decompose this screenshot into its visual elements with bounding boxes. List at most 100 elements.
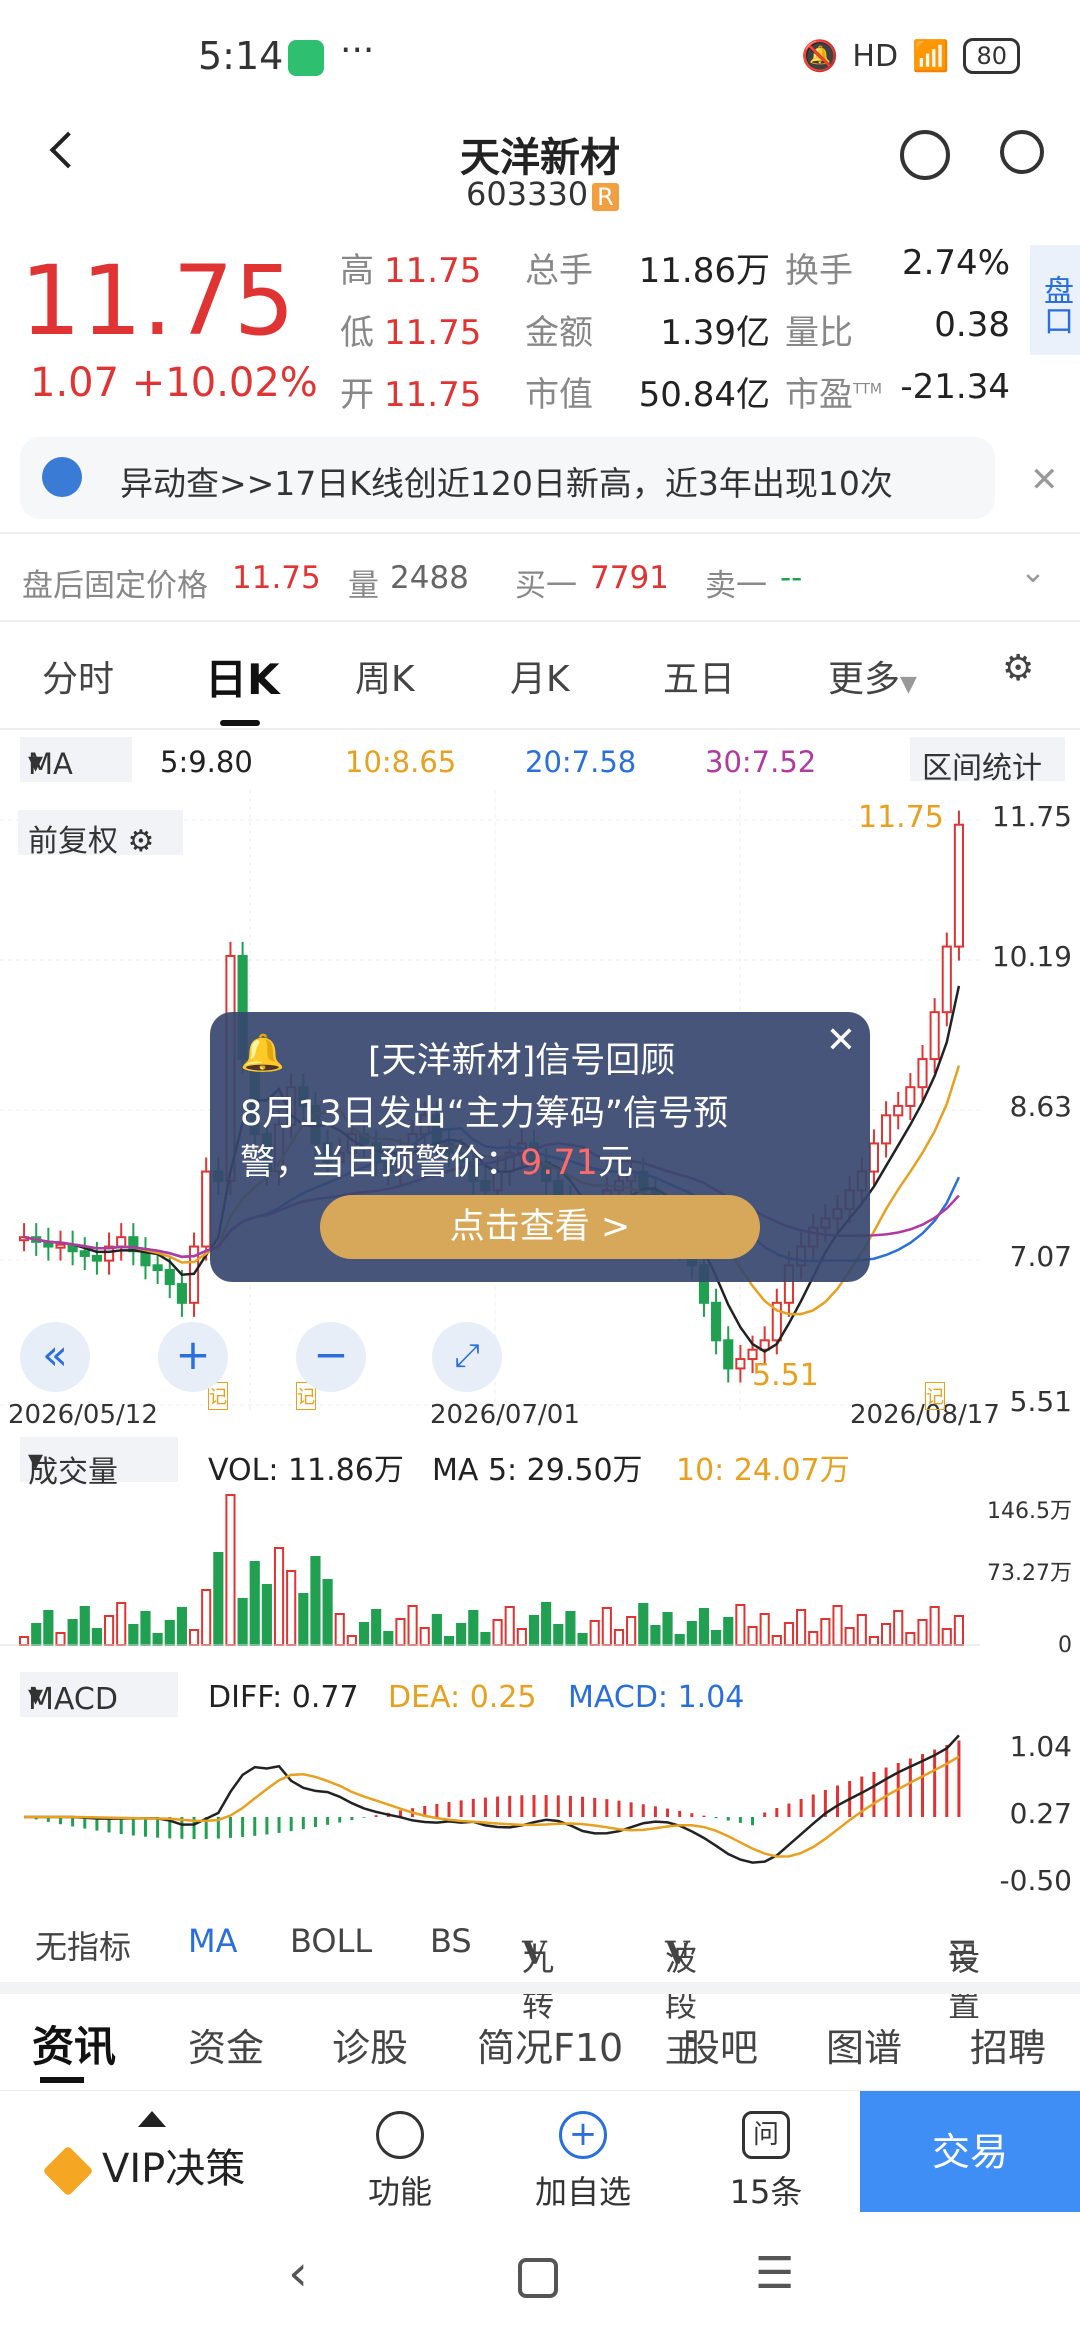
ask-value: -- bbox=[780, 560, 803, 596]
chevron-down-icon[interactable]: ⌄ bbox=[1020, 554, 1046, 590]
indicator-ma[interactable]: MA bbox=[188, 1922, 238, 1960]
volume-bar bbox=[711, 1630, 722, 1646]
refresh-icon[interactable] bbox=[900, 130, 950, 180]
tab-jobs[interactable]: 招聘 bbox=[970, 2017, 1046, 2072]
signal-review-popup: 🔔 [天洋新材]信号回顾 8月13日发出“主力筹码”信号预 警，当日预警价：9.… bbox=[210, 1012, 870, 1282]
tab-funds[interactable]: 资金 bbox=[188, 2017, 264, 2072]
candle bbox=[929, 1011, 940, 1061]
cube-icon bbox=[376, 2111, 424, 2159]
popup-line3: 警，当日预警价：9.71元 bbox=[240, 1134, 633, 1185]
scroll-left-icon[interactable]: « bbox=[20, 1322, 90, 1392]
expand-up-icon[interactable] bbox=[138, 2111, 166, 2127]
volume-bar bbox=[31, 1623, 42, 1646]
trade-button[interactable]: 交易 bbox=[860, 2091, 1080, 2213]
mute-icon: 🔕 bbox=[801, 38, 839, 74]
status-icons: 🔕 HD 📶 80 bbox=[801, 38, 1020, 74]
volume-bar bbox=[893, 1610, 904, 1646]
volume-bar bbox=[188, 1629, 200, 1646]
search-icon[interactable] bbox=[1000, 130, 1044, 174]
add-watchlist-button[interactable]: + 加自选 bbox=[523, 2111, 643, 2213]
pe-value: -21.34 bbox=[900, 367, 1010, 407]
ma-select[interactable]: MA ▾ bbox=[20, 737, 132, 782]
volume-chart[interactable]: 146.5万 73.27万 0 bbox=[0, 1485, 1080, 1665]
volume-bar bbox=[844, 1627, 855, 1646]
pankou-button[interactable]: 盘口 bbox=[1030, 245, 1080, 355]
dea-value: DEA: 0.25 bbox=[388, 1680, 537, 1715]
tab-more[interactable]: 更多▼ bbox=[828, 650, 917, 702]
anomaly-alert-bar[interactable]: 异动查>>17日K线创近120日新高，近3年出现10次 bbox=[20, 437, 995, 519]
macd-select[interactable]: MACD ▾ bbox=[20, 1672, 178, 1717]
bell-icon: 🔔 bbox=[240, 1033, 285, 1074]
candle bbox=[711, 1301, 722, 1342]
pe-label: 市盈TTM bbox=[785, 367, 882, 416]
tab-graph[interactable]: 图谱 bbox=[826, 2017, 902, 2072]
macd-select-label: MACD bbox=[28, 1682, 118, 1717]
volume-bar bbox=[698, 1608, 710, 1646]
ma-select-label: MA bbox=[28, 747, 73, 781]
nav-back-icon[interactable]: ‹ bbox=[288, 2244, 308, 2302]
zoom-out-icon[interactable]: − bbox=[296, 1322, 366, 1392]
mcap-value: 50.84亿 bbox=[638, 375, 770, 415]
note-icon[interactable]: 记 bbox=[925, 1382, 945, 1410]
volume-bar bbox=[103, 1615, 115, 1646]
nav-menu-icon[interactable]: ☰ bbox=[755, 2248, 794, 2299]
candle bbox=[164, 1269, 175, 1286]
close-icon[interactable]: ✕ bbox=[1030, 460, 1059, 500]
tab-weekly-k[interactable]: 周K bbox=[355, 650, 415, 702]
volume-bar bbox=[164, 1620, 175, 1646]
volume-bar bbox=[735, 1604, 746, 1646]
volume-bar bbox=[237, 1598, 248, 1646]
indicator-bs[interactable]: BS bbox=[430, 1922, 472, 1960]
status-time: 5:14 bbox=[198, 34, 284, 78]
fullscreen-icon[interactable]: ⤢ bbox=[432, 1322, 502, 1392]
indicator-none[interactable]: 无指标 bbox=[35, 1922, 131, 1968]
diff-value: DIFF: 0.77 bbox=[208, 1680, 359, 1715]
function-button[interactable]: 功能 bbox=[340, 2111, 460, 2213]
ma30-value: 30:7.52 bbox=[705, 745, 817, 779]
zoom-in-icon[interactable]: + bbox=[158, 1322, 228, 1392]
tab-diagnose[interactable]: 诊股 bbox=[332, 2017, 408, 2072]
close-icon[interactable]: ✕ bbox=[826, 1020, 856, 1061]
candle bbox=[723, 1339, 734, 1370]
nav-home-icon[interactable] bbox=[518, 2258, 558, 2298]
volume-bar bbox=[686, 1621, 697, 1646]
function-label: 功能 bbox=[367, 2173, 432, 2211]
ask-button[interactable]: 问 15条 bbox=[706, 2111, 826, 2213]
volume-bar bbox=[492, 1619, 503, 1646]
tab-f10[interactable]: 简况F10 bbox=[477, 2017, 623, 2072]
macd-chart[interactable]: 1.04 0.27 -0.50 bbox=[0, 1722, 1080, 1912]
volume-bar bbox=[868, 1636, 880, 1646]
x-tick: 2026/07/01 bbox=[430, 1400, 580, 1430]
tab-monthly-k[interactable]: 月K bbox=[510, 650, 570, 702]
last-price: 11.75 bbox=[20, 245, 295, 357]
tab-intraday[interactable]: 分时 bbox=[42, 650, 114, 702]
volume-bar bbox=[796, 1609, 807, 1646]
volume-bar bbox=[723, 1617, 734, 1646]
volume-bar bbox=[541, 1602, 552, 1646]
caret-down-icon: ▼ bbox=[900, 672, 917, 697]
volume-bar bbox=[152, 1633, 163, 1646]
system-nav-bar: ‹ ☰ bbox=[0, 2212, 1080, 2340]
turnover-value: 2.74% bbox=[901, 243, 1010, 283]
tab-news[interactable]: 资讯 bbox=[32, 2013, 116, 2074]
vol-y-tick: 73.27万 bbox=[987, 1561, 1072, 1586]
tab-forum[interactable]: 股吧 bbox=[682, 2017, 758, 2072]
after-hours-bar[interactable]: 盘后固定价格 11.75 量 2488 买一 7791 卖一 -- ⌄ bbox=[0, 540, 1080, 620]
range-stats-button[interactable]: 区间统计 bbox=[910, 737, 1065, 786]
macd-bar: MACD ▾ DIFF: 0.77 DEA: 0.25 MACD: 1.04 bbox=[0, 1670, 1080, 1720]
volume-select[interactable]: 成交量 ▾ bbox=[20, 1437, 178, 1490]
volume-bar bbox=[856, 1614, 867, 1646]
popup-line3-prefix: 警，当日预警价： bbox=[240, 1143, 521, 1183]
view-button[interactable]: 点击查看 > bbox=[320, 1195, 760, 1259]
indicator-boll[interactable]: BOLL bbox=[290, 1922, 372, 1960]
volume-bar bbox=[79, 1606, 90, 1646]
tab-five-day[interactable]: 五日 bbox=[663, 650, 735, 702]
tab-daily-k[interactable]: 日K bbox=[205, 646, 280, 707]
adjust-select[interactable]: 前复权 ⚙ bbox=[18, 810, 183, 859]
gear-icon[interactable]: ⚙ bbox=[1002, 648, 1034, 689]
volume-bar bbox=[468, 1610, 479, 1646]
vip-decision-button[interactable]: VIP决策 bbox=[42, 2136, 245, 2197]
volume-label: 总手 bbox=[525, 251, 593, 291]
battery-icon: 80 bbox=[963, 38, 1020, 74]
open-cell: 开 11.75 bbox=[340, 367, 481, 416]
